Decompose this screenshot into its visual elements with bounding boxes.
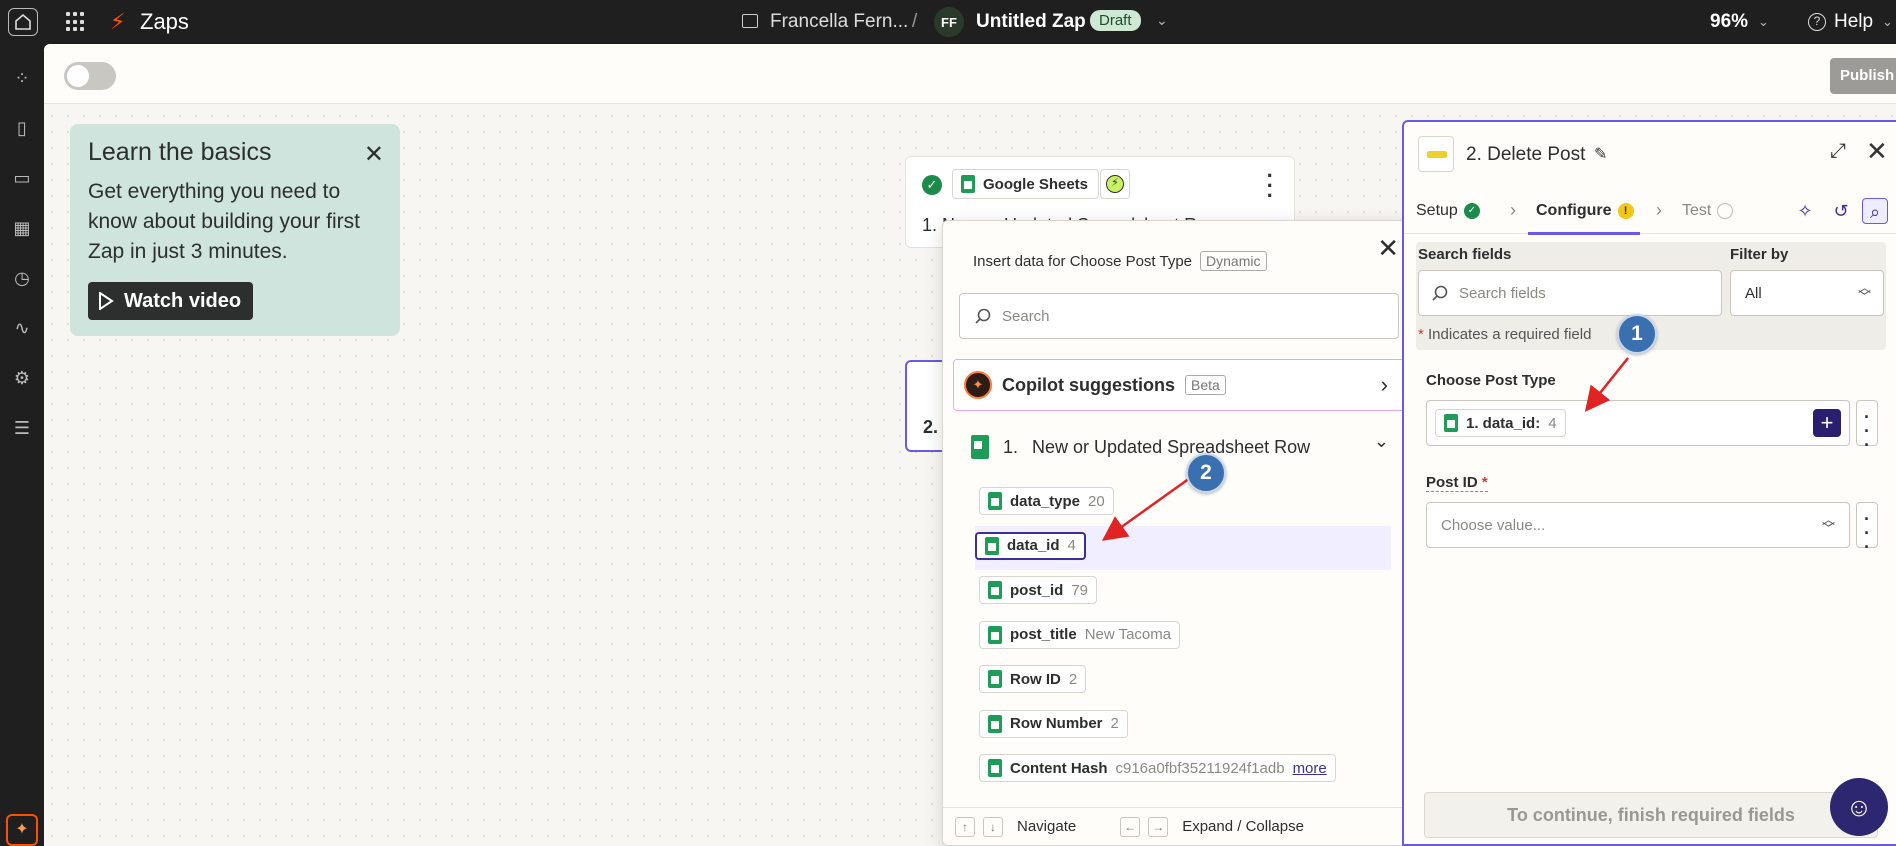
annotation-arrow-1 [1584, 357, 1629, 412]
annotation-badge-1: 1 [1617, 314, 1657, 354]
annotation-badge-2: 2 [1186, 453, 1226, 493]
annotation-layer [1101, 357, 1629, 541]
annotation-arrow-2 [1101, 476, 1191, 541]
